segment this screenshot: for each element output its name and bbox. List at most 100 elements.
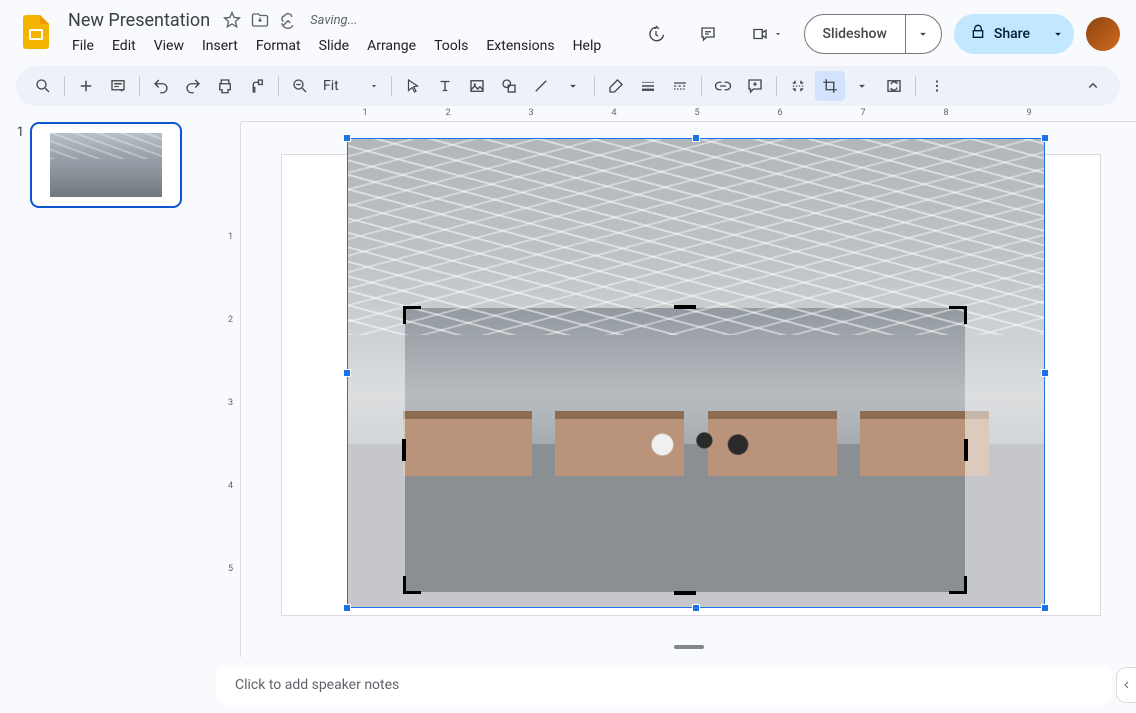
hide-menus-button[interactable] — [1078, 71, 1108, 101]
redo-button[interactable] — [178, 71, 208, 101]
border-weight-button[interactable] — [633, 71, 663, 101]
separator — [278, 76, 279, 96]
selection-handle[interactable] — [343, 134, 351, 142]
line-dropdown[interactable] — [558, 71, 588, 101]
ruler-tick: 4 — [611, 108, 616, 118]
move-icon[interactable] — [250, 10, 270, 30]
menu-help[interactable]: Help — [565, 34, 610, 58]
crop-handle-bottom[interactable] — [674, 591, 696, 595]
lock-icon — [970, 23, 986, 45]
menu-extensions[interactable]: Extensions — [478, 34, 562, 58]
menu-view[interactable]: View — [146, 34, 192, 58]
ruler-tick: 3 — [228, 398, 233, 408]
share-label: Share — [994, 26, 1030, 42]
share-button[interactable]: Share — [954, 14, 1042, 54]
crop-image-button[interactable] — [815, 71, 845, 101]
shape-button[interactable] — [494, 71, 524, 101]
new-slide-layout-button[interactable] — [103, 71, 133, 101]
ruler-tick: 9 — [1026, 108, 1031, 118]
vertical-ruler[interactable]: 1 2 3 4 5 — [225, 122, 241, 657]
workspace: 1 1 2 3 4 5 6 7 8 9 1 2 3 4 5 — [0, 106, 1136, 657]
textbox-button[interactable] — [430, 71, 460, 101]
crop-frame[interactable] — [405, 308, 965, 592]
speaker-notes-bar: Click to add speaker notes — [0, 657, 1136, 713]
separator — [915, 76, 916, 96]
slideshow-dropdown[interactable] — [905, 15, 941, 53]
border-dash-button[interactable] — [665, 71, 695, 101]
filmstrip[interactable]: 1 — [0, 106, 205, 657]
insert-image-button[interactable] — [462, 71, 492, 101]
crop-handle-left[interactable] — [402, 439, 406, 461]
paint-format-button[interactable] — [242, 71, 272, 101]
undo-button[interactable] — [146, 71, 176, 101]
slide-thumbnail-image — [50, 133, 162, 197]
ruler-tick: 4 — [228, 481, 233, 491]
zoom-out-button[interactable] — [285, 71, 315, 101]
menu-edit[interactable]: Edit — [104, 34, 144, 58]
ruler-tick: 5 — [694, 108, 699, 118]
selection-handle[interactable] — [692, 134, 700, 142]
line-button[interactable] — [526, 71, 556, 101]
meet-icon[interactable] — [740, 14, 792, 54]
ruler-tick: 1 — [228, 232, 233, 242]
crop-handle-bottom-right[interactable] — [949, 576, 967, 594]
crop-handle-bottom-left[interactable] — [403, 576, 421, 594]
selection-handle[interactable] — [343, 604, 351, 612]
ruler-tick: 2 — [228, 315, 233, 325]
zoom-label: Fit — [323, 78, 339, 94]
border-color-button[interactable] — [601, 71, 631, 101]
ruler-tick: 6 — [777, 108, 782, 118]
more-tools-button[interactable] — [922, 71, 952, 101]
header-right: Slideshow Share — [636, 14, 1120, 54]
menu-tools[interactable]: Tools — [426, 34, 476, 58]
horizontal-ruler[interactable]: 1 2 3 4 5 6 7 8 9 — [241, 106, 1136, 122]
crop-handle-top-right[interactable] — [949, 306, 967, 324]
cloud-status-icon[interactable] — [278, 10, 298, 30]
selection-handle[interactable] — [1041, 134, 1049, 142]
menu-insert[interactable]: Insert — [194, 34, 246, 58]
canvas[interactable] — [241, 122, 1136, 657]
slideshow-button[interactable]: Slideshow — [805, 15, 905, 53]
zoom-dropdown[interactable]: Fit — [317, 77, 385, 95]
ruler-tick: 2 — [445, 108, 450, 118]
select-tool-button[interactable] — [398, 71, 428, 101]
crop-handle-right[interactable] — [964, 439, 968, 461]
star-icon[interactable] — [222, 10, 242, 30]
explore-button[interactable] — [1116, 667, 1136, 703]
selection-handle[interactable] — [692, 604, 700, 612]
print-button[interactable] — [210, 71, 240, 101]
mask-image-button[interactable] — [783, 71, 813, 101]
document-title[interactable]: New Presentation — [64, 9, 214, 32]
save-status: Saving... — [310, 13, 357, 28]
separator — [64, 76, 65, 96]
new-slide-button[interactable] — [71, 71, 101, 101]
menu-slide[interactable]: Slide — [311, 34, 357, 58]
toolbar: Fit — [16, 66, 1120, 106]
version-history-icon[interactable] — [636, 14, 676, 54]
slides-logo[interactable] — [16, 12, 56, 52]
crop-handle-top-left[interactable] — [403, 306, 421, 324]
menu-file[interactable]: File — [64, 34, 102, 58]
slide-number: 1 — [10, 122, 24, 208]
crop-dropdown[interactable] — [847, 71, 877, 101]
canvas-wrap: 1 2 3 4 5 6 7 8 9 1 2 3 4 5 — [205, 106, 1136, 657]
menu-format[interactable]: Format — [248, 34, 309, 58]
search-menus-button[interactable] — [28, 71, 58, 101]
comments-icon[interactable] — [688, 14, 728, 54]
speaker-notes-input[interactable]: Click to add speaker notes — [216, 665, 1112, 705]
selection-handle[interactable] — [343, 369, 351, 377]
separator — [391, 76, 392, 96]
share-dropdown[interactable] — [1042, 14, 1074, 54]
insert-link-button[interactable] — [708, 71, 738, 101]
selection-handle[interactable] — [1041, 604, 1049, 612]
replace-image-button[interactable] — [879, 71, 909, 101]
separator — [701, 76, 702, 96]
account-avatar[interactable] — [1086, 17, 1120, 51]
menu-arrange[interactable]: Arrange — [359, 34, 424, 58]
cropping-image[interactable] — [347, 138, 1045, 608]
selection-handle[interactable] — [1041, 369, 1049, 377]
slide-thumbnail-1[interactable] — [30, 122, 182, 208]
speaker-notes-grabber[interactable] — [674, 645, 704, 649]
insert-comment-button[interactable] — [740, 71, 770, 101]
crop-handle-top[interactable] — [674, 305, 696, 309]
